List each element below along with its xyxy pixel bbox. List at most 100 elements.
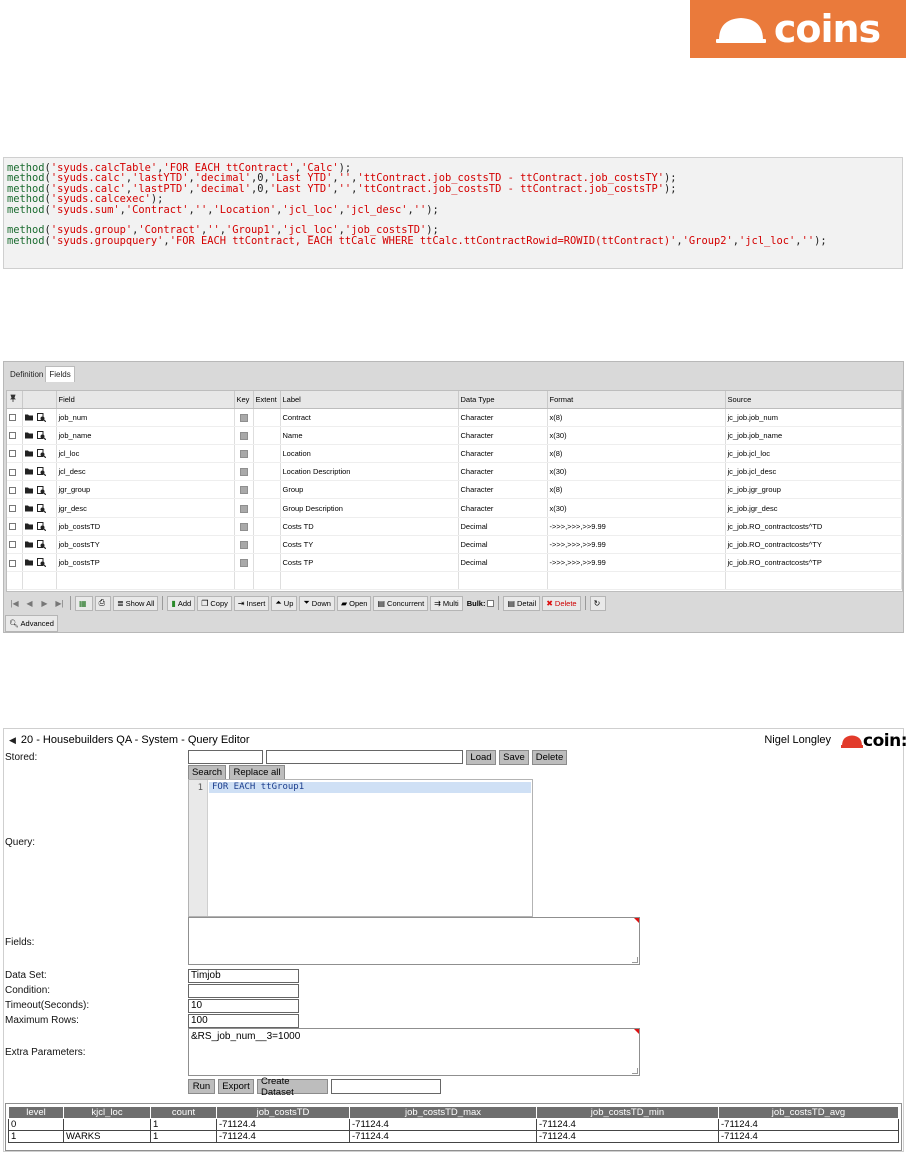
row-checkbox[interactable] [9,559,16,567]
data-type-cell[interactable]: Character [458,462,548,482]
label-cell[interactable]: Group [280,480,459,500]
extent-cell[interactable] [253,426,281,445]
col-label[interactable]: Label [280,391,459,409]
table-row[interactable]: job_num Contract Character x(8) jc_job.job_n… [7,408,902,427]
key-checkbox[interactable] [239,522,248,531]
print-button[interactable]: ⎙ [94,595,111,611]
label-cell[interactable]: Costs TP [280,553,459,573]
extent-cell[interactable] [253,408,281,427]
detail-view-icon[interactable] [36,521,46,531]
data-type-cell[interactable]: Character [458,444,548,464]
multi-button[interactable]: ⇉ Multi [430,595,463,611]
results-col-header[interactable]: job_costsTD_max [349,1106,537,1119]
row-checkbox[interactable] [9,505,16,513]
folder-open-icon[interactable] [24,504,34,513]
key-checkbox[interactable] [239,486,248,495]
row-checkbox[interactable] [9,450,16,458]
key-checkbox[interactable] [239,431,248,440]
max-rows-input[interactable]: 100 [188,1014,299,1028]
row-checkbox[interactable] [9,432,16,440]
extent-cell[interactable] [253,444,281,464]
col-field[interactable]: Field [56,391,235,409]
extent-cell[interactable] [253,553,281,573]
field-cell[interactable]: job_costsTP [56,553,235,573]
key-checkbox[interactable] [239,413,248,422]
detail-view-icon[interactable] [36,412,46,422]
detail-view-icon[interactable] [36,485,46,495]
data-type-cell[interactable]: Character [458,480,548,500]
format-cell[interactable]: ->>>,>>>,>>9.99 [547,553,726,573]
col-key[interactable]: Key [234,391,254,409]
table-row[interactable]: job_costsTP Costs TP Decimal ->>>,>>>,>>9.9… [7,553,902,573]
key-checkbox[interactable] [239,559,248,568]
detail-view-icon[interactable] [36,540,46,550]
key-checkbox[interactable] [239,540,248,549]
last-page-icon[interactable]: ▶| [53,596,66,611]
table-row[interactable]: jcl_desc Location Description Character x(3… [7,462,902,482]
timeout-input[interactable]: 10 [188,999,299,1013]
delete-button[interactable]: ✖ Delete [542,595,581,611]
save-button[interactable]: Save [499,750,529,765]
fields-textarea[interactable] [188,917,640,965]
pin-icon[interactable] [7,391,23,409]
format-cell[interactable]: ->>>,>>>,>>9.99 [547,517,726,536]
source-cell[interactable]: jc_job.job_num [725,408,902,427]
results-row[interactable]: 1 WARKS 1 -71124.4 -71124.4 -71124.4 -71124.4 [8,1130,899,1143]
col-data-type[interactable]: Data Type [458,391,548,409]
field-cell[interactable]: job_costsTD [56,517,235,536]
prev-page-icon[interactable]: ◀ [23,596,36,611]
results-row[interactable]: 0 1 -71124.4 -71124.4 -71124.4 -71124.4 [8,1118,899,1131]
row-checkbox[interactable] [9,523,16,531]
key-checkbox[interactable] [239,449,248,458]
field-cell[interactable]: jcl_desc [56,462,235,482]
label-cell[interactable]: Location [280,444,459,464]
export-excel-button[interactable]: ▦ [75,595,93,611]
copy-button[interactable]: ❐ Copy [197,595,232,611]
data-type-cell[interactable]: Character [458,426,548,445]
folder-open-icon[interactable] [24,449,34,458]
load-button[interactable]: Load [466,750,496,765]
format-cell[interactable]: x(30) [547,498,726,518]
extra-params-textarea[interactable]: &RS_job_num__3=1000 [188,1028,640,1076]
source-cell[interactable]: jc_job.RO_contractcosts^TD [725,517,902,536]
run-button[interactable]: Run [188,1079,215,1094]
data-type-cell[interactable]: Decimal [458,517,548,536]
table-row[interactable]: jcl_loc Location Character x(8) jc_job.jcl_l… [7,444,902,464]
user-name[interactable]: Nigel Longley [764,734,831,746]
format-cell[interactable]: x(30) [547,462,726,482]
tab-fields[interactable]: Fields [45,366,75,382]
extent-cell[interactable] [253,462,281,482]
dataset-input[interactable]: Timjob [188,969,299,983]
source-cell[interactable]: jc_job.RO_contractcosts^TP [725,553,902,573]
label-cell[interactable]: Costs TY [280,535,459,555]
results-col-header[interactable]: level [8,1106,64,1119]
show-all-button[interactable]: ≣ Show All [112,595,159,611]
format-cell[interactable]: x(8) [547,408,726,427]
table-row[interactable]: jgr_desc Group Description Character x(30) j… [7,498,902,518]
format-cell[interactable]: x(30) [547,426,726,445]
table-row[interactable]: job_name Name Character x(30) jc_job.job_nam… [7,426,902,445]
export-button[interactable]: Export [218,1079,254,1094]
extent-cell[interactable] [253,480,281,500]
resize-grip-icon[interactable] [632,1068,638,1074]
key-checkbox[interactable] [239,468,248,477]
label-cell[interactable]: Location Description [280,462,459,482]
data-type-cell[interactable]: Character [458,408,548,427]
down-button[interactable]: ⏷ Down [299,595,335,611]
source-cell[interactable]: jc_job.jcl_loc [725,444,902,464]
folder-open-icon[interactable] [24,431,34,440]
data-type-cell[interactable]: Decimal [458,535,548,555]
results-col-header[interactable]: job_costsTD_min [536,1106,719,1119]
folder-open-icon[interactable] [24,540,34,549]
row-checkbox[interactable] [9,414,16,422]
condition-input[interactable] [188,984,299,998]
source-cell[interactable]: jc_job.jgr_desc [725,498,902,518]
field-cell[interactable]: job_num [56,408,235,427]
results-col-header[interactable]: job_costsTD_avg [718,1106,899,1119]
row-checkbox[interactable] [9,486,16,494]
extent-cell[interactable] [253,517,281,536]
source-cell[interactable]: jc_job.job_name [725,426,902,445]
search-button[interactable]: Search [188,765,226,780]
delete-query-button[interactable]: Delete [532,750,567,765]
table-row-empty[interactable] [7,571,902,591]
